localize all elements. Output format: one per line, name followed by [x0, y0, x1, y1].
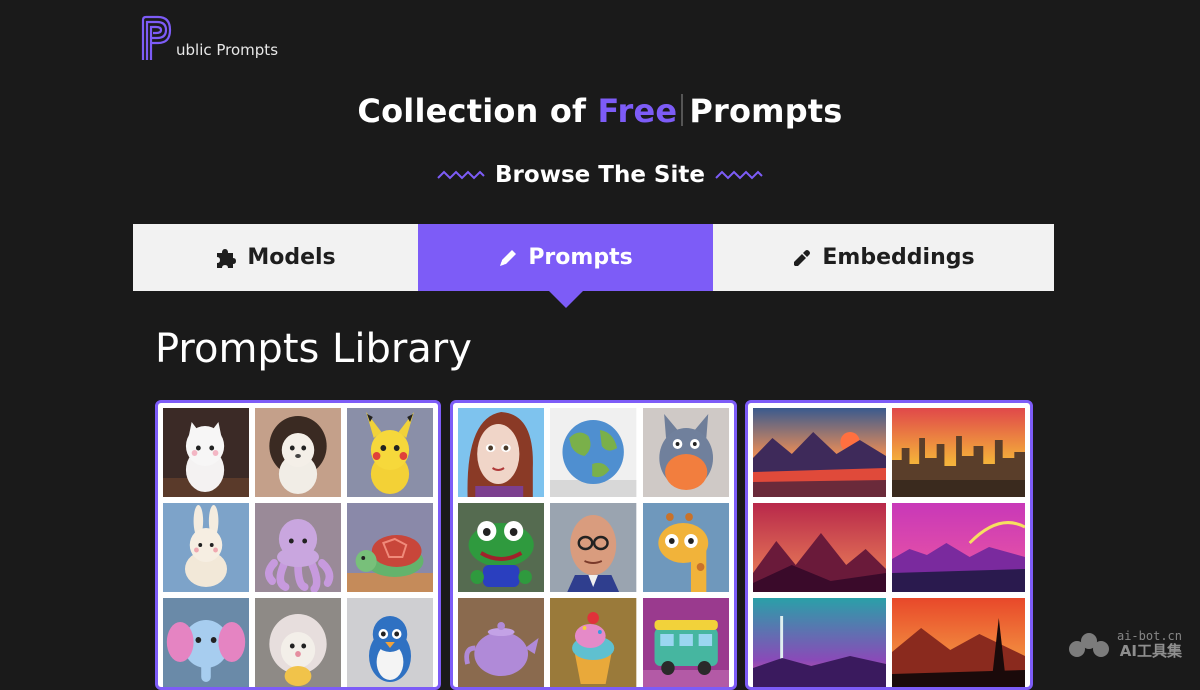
- thumbnail-image: [892, 408, 1025, 497]
- category-tabs: Models Prompts Embeddings: [133, 224, 1054, 308]
- thumbnail-image: [892, 503, 1025, 592]
- thumbnail-image: [163, 503, 249, 592]
- prompt-card-synthwave-landscapes[interactable]: [745, 400, 1033, 690]
- thumbnail-image: [255, 408, 341, 497]
- thumbnail-image: [753, 598, 886, 687]
- logo-p-icon: [141, 15, 172, 60]
- logo-text: ublic Prompts: [176, 41, 279, 59]
- tab-models[interactable]: Models: [133, 224, 418, 291]
- page-title: Collection of Free Prompts: [0, 92, 1200, 130]
- watermark: ai-bot.cn AI工具集: [1067, 630, 1182, 659]
- title-accent: Free: [597, 92, 678, 130]
- tab-embeddings[interactable]: Embeddings: [713, 224, 1054, 291]
- thumbnail-image: [753, 408, 886, 497]
- tab-prompts-label: Prompts: [528, 245, 633, 270]
- thumbnail-image: [458, 408, 545, 497]
- browse-heading: Browse The Site: [0, 162, 1200, 188]
- thumbnail-image: [550, 598, 637, 687]
- wave-left-icon: [437, 170, 485, 180]
- title-suffix: Prompts: [689, 92, 843, 130]
- thumbnail-image: [163, 408, 249, 497]
- tab-embeddings-label: Embeddings: [822, 245, 975, 270]
- wave-right-icon: [715, 170, 763, 180]
- watermark-label: AI工具集: [1119, 642, 1182, 660]
- thumbnail-image: [550, 408, 637, 497]
- puzzle-icon: [217, 248, 237, 268]
- thumbnail-image: [642, 598, 729, 687]
- prompt-card-clay-figures[interactable]: [450, 400, 737, 690]
- pencil-icon: [500, 249, 517, 266]
- title-prefix: Collection of: [357, 92, 587, 130]
- tab-models-label: Models: [247, 245, 336, 270]
- section-title: Prompts Library: [155, 326, 472, 372]
- active-tab-pointer: [548, 291, 583, 308]
- watermark-logo-icon: [1068, 632, 1109, 657]
- tab-prompts[interactable]: Prompts: [418, 224, 713, 308]
- prompt-card-plush-toys[interactable]: [155, 400, 441, 690]
- thumbnail-image: [347, 408, 433, 497]
- thumbnail-image: [642, 408, 729, 497]
- thumbnail-image: [458, 598, 545, 687]
- thumbnail-image: [753, 503, 886, 592]
- thumbnail-image: [347, 598, 433, 687]
- thumbnail-image: [892, 598, 1025, 687]
- thumbnail-image: [255, 598, 341, 687]
- site-logo[interactable]: ublic Prompts: [140, 14, 278, 62]
- thumbnail-image: [458, 503, 545, 592]
- thumbnail-image: [255, 503, 341, 592]
- typing-caret: [681, 94, 684, 126]
- thumbnail-image: [550, 503, 637, 592]
- thumbnail-image: [347, 503, 433, 592]
- watermark-domain: ai-bot.cn: [1116, 629, 1182, 643]
- browse-label: Browse The Site: [495, 162, 705, 188]
- eyedropper-icon: [794, 249, 811, 266]
- thumbnail-image: [642, 503, 729, 592]
- thumbnail-image: [163, 598, 249, 687]
